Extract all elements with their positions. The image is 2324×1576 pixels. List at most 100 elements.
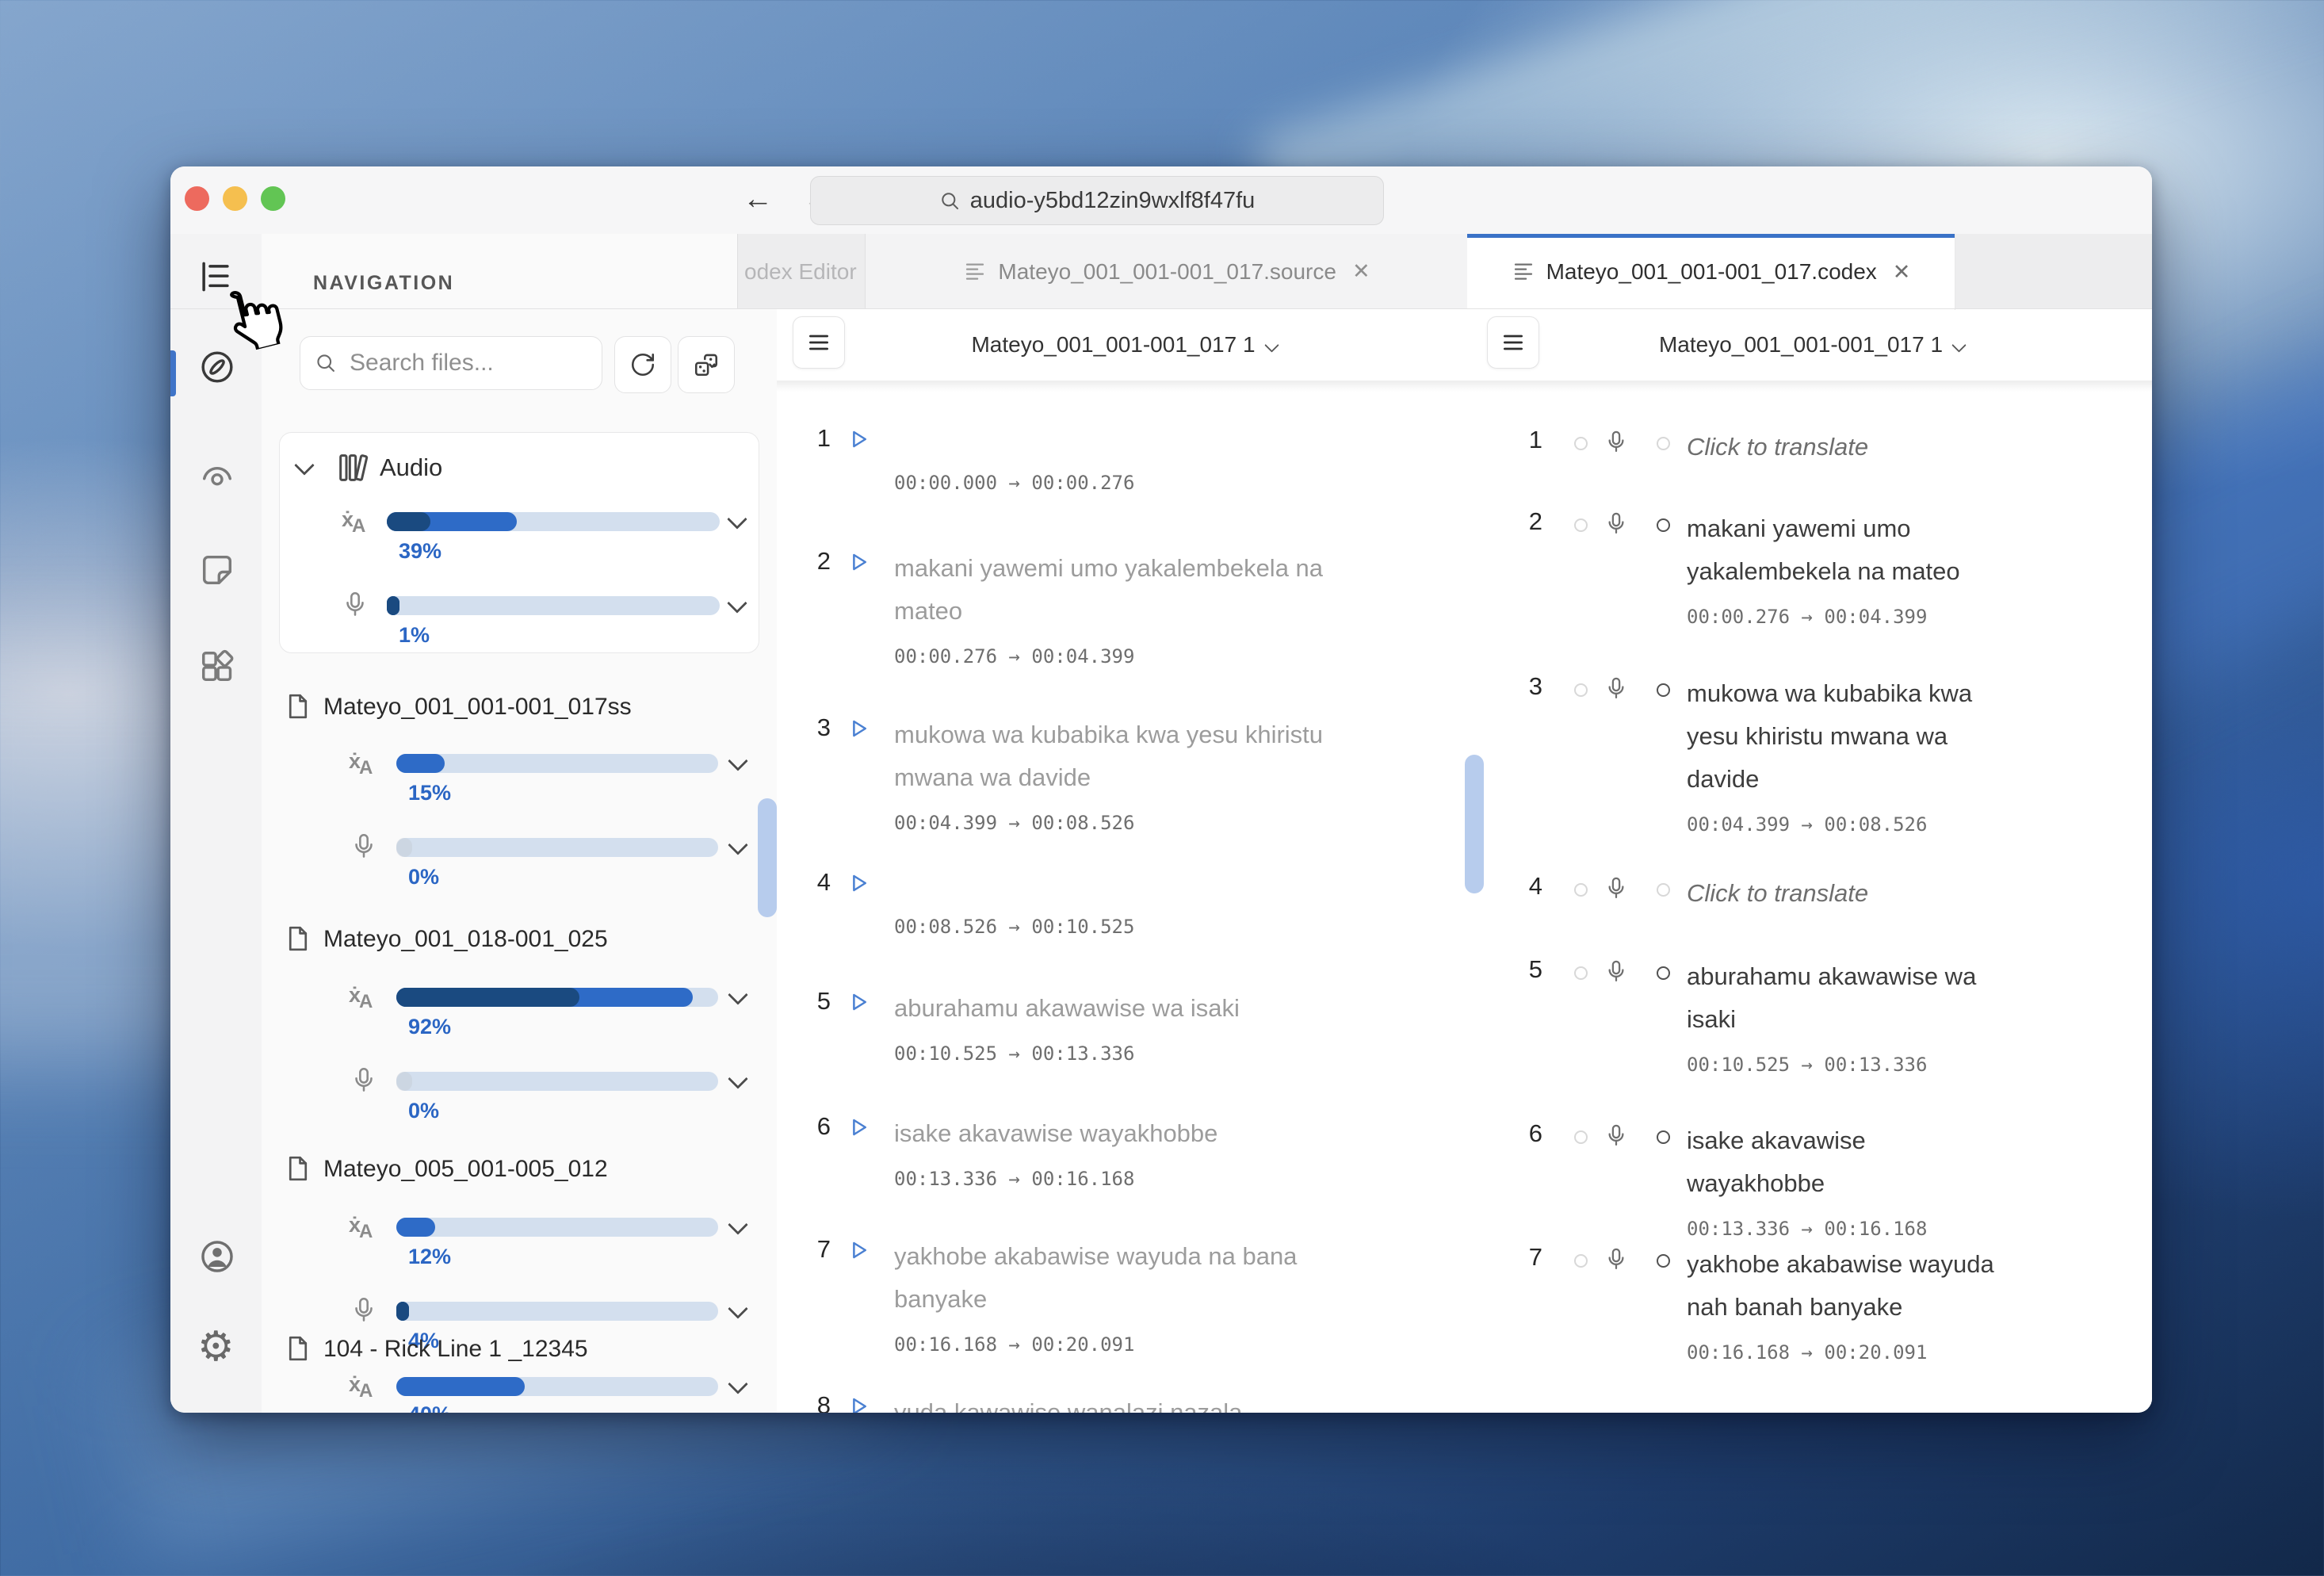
record-mic-button[interactable] xyxy=(1604,1119,1628,1151)
activity-bar xyxy=(170,234,262,1413)
back-button[interactable]: ← xyxy=(743,178,773,220)
preview-eye-icon[interactable] xyxy=(199,457,235,493)
record-mic-button[interactable] xyxy=(1604,507,1628,539)
file-icon xyxy=(284,924,312,953)
url-text: audio-y5bd12zin9wxlf8f47fu xyxy=(969,187,1256,213)
status-dot-icon xyxy=(1574,437,1588,450)
codex-verse-text[interactable]: mukowa wa kubabika kwa yesu khiristu mwa… xyxy=(1687,672,1996,801)
audio-dot-icon xyxy=(1657,518,1670,532)
record-percent: 0% xyxy=(408,865,440,889)
translate-progress-icon: ẋA xyxy=(349,749,373,778)
chevron-down-icon[interactable] xyxy=(728,985,748,1005)
refresh-icon xyxy=(629,351,656,378)
source-verse-text[interactable]: yuda kawawise wanalazi nazala xyxy=(894,1391,1338,1413)
collapse-chevron-icon[interactable] xyxy=(294,455,315,476)
timestamp: 00:13.336 → 00:16.168 xyxy=(894,1168,1135,1190)
audio-group-label[interactable]: Audio xyxy=(380,453,442,482)
translate-percent: 40% xyxy=(408,1402,451,1413)
source-verse-text[interactable]: isake akavawise wayakhobbe xyxy=(894,1112,1338,1155)
account-icon[interactable] xyxy=(199,1238,235,1275)
timestamp: 00:10.525 → 00:13.336 xyxy=(894,1042,1135,1065)
url-bar[interactable]: audio-y5bd12zin9wxlf8f47fu xyxy=(810,176,1384,225)
play-button[interactable] xyxy=(847,549,870,576)
search-icon xyxy=(939,190,961,212)
file-name[interactable]: 104 - Rick Line 1 _12345 xyxy=(323,1336,588,1363)
source-verse-text[interactable]: aburahamu akawawise wa isaki xyxy=(894,987,1338,1030)
file-name[interactable]: Mateyo_001_001-001_017ss xyxy=(323,694,632,721)
translate-percent: 92% xyxy=(408,1015,452,1039)
zoom-window-button[interactable] xyxy=(261,186,285,211)
source-scrollbar-thumb[interactable] xyxy=(1465,755,1484,893)
play-button[interactable] xyxy=(847,1237,870,1264)
translate-placeholder[interactable]: Click to translate xyxy=(1687,426,1996,469)
record-mic-button[interactable] xyxy=(1604,672,1628,704)
record-mic-button[interactable] xyxy=(1604,872,1628,904)
close-tab-icon[interactable]: ✕ xyxy=(1893,260,1911,285)
notes-icon[interactable] xyxy=(199,552,235,588)
file-name[interactable]: Mateyo_005_001-005_012 xyxy=(323,1156,608,1183)
play-button[interactable] xyxy=(847,989,870,1016)
source-verse-text[interactable]: yakhobe akabawise wayuda na bana banyake xyxy=(894,1235,1338,1321)
play-button[interactable] xyxy=(847,870,870,897)
search-files-box[interactable] xyxy=(300,336,602,390)
record-mic-button[interactable] xyxy=(1604,426,1628,457)
chevron-down-icon[interactable] xyxy=(728,1069,748,1089)
play-button[interactable] xyxy=(847,426,870,453)
translate-progress-icon: ẋA xyxy=(349,983,373,1012)
close-tab-icon[interactable]: ✕ xyxy=(1352,259,1370,284)
tab-source-file[interactable]: Mateyo_001_001-001_017.source ✕ xyxy=(865,234,1469,309)
source-file-title[interactable]: Mateyo_001_001-001_017 1 xyxy=(777,309,1471,381)
source-verse-text[interactable] xyxy=(894,868,1338,903)
play-button[interactable] xyxy=(847,715,870,742)
file-name[interactable]: Mateyo_001_018-001_025 xyxy=(323,926,608,953)
codex-verse-text[interactable]: isake akavawise wayakhobbe xyxy=(1687,1119,1996,1205)
settings-gear-icon[interactable]: ⚙ xyxy=(197,1326,235,1368)
mic-progress-icon xyxy=(342,588,369,620)
refresh-button[interactable] xyxy=(614,336,671,393)
chevron-down-icon[interactable] xyxy=(728,1215,748,1235)
nav-scrollbar-thumb[interactable] xyxy=(758,798,777,917)
codex-verse-text[interactable]: makani yawemi umo yakalembekela na mateo xyxy=(1687,507,1996,593)
timestamp: 00:00.000 → 00:00.276 xyxy=(894,472,1135,494)
chevron-down-icon[interactable] xyxy=(728,1374,748,1394)
timestamp: 00:16.168 → 00:20.091 xyxy=(894,1333,1135,1356)
chevron-down-icon xyxy=(1951,337,1967,353)
translate-placeholder[interactable]: Click to translate xyxy=(1687,872,1996,915)
active-view-indicator xyxy=(170,350,176,396)
translate-progress-bar xyxy=(387,512,720,531)
chevron-down-icon[interactable] xyxy=(727,509,747,530)
extensions-puzzle-icon[interactable] xyxy=(199,648,235,685)
translate-progress-bar xyxy=(396,988,718,1007)
randomize-files-button[interactable] xyxy=(678,336,735,393)
codex-file-title[interactable]: Mateyo_001_001-001_017 1 xyxy=(1471,309,2152,381)
source-verse-text[interactable] xyxy=(894,424,1338,459)
audio-dot-icon xyxy=(1657,1254,1670,1268)
mic-progress-icon xyxy=(350,830,377,862)
codex-verse-text[interactable]: aburahamu akawawise wa isaki xyxy=(1687,955,1996,1041)
search-files-input[interactable] xyxy=(348,349,565,377)
tab-codex-file-active[interactable]: Mateyo_001_001-001_017.codex ✕ xyxy=(1467,234,1955,310)
source-editor-panel: Mateyo_001_001-001_017 1 1 00:00.000 → 0… xyxy=(777,309,1472,1413)
play-button[interactable] xyxy=(847,1114,870,1141)
record-mic-button[interactable] xyxy=(1604,955,1628,987)
chevron-down-icon[interactable] xyxy=(728,751,748,771)
audio-dot-icon xyxy=(1657,437,1670,450)
close-window-button[interactable] xyxy=(185,186,209,211)
record-mic-button[interactable] xyxy=(1604,1243,1628,1275)
minimize-window-button[interactable] xyxy=(223,186,247,211)
timestamp: 00:00.276 → 00:04.399 xyxy=(1687,606,1928,628)
translate-percent: 15% xyxy=(408,781,452,805)
record-progress-bar xyxy=(396,1072,718,1091)
chevron-down-icon[interactable] xyxy=(727,593,747,614)
tab-codex-editor-truncated[interactable]: odex Editor xyxy=(738,234,871,309)
chevron-down-icon[interactable] xyxy=(728,1299,748,1319)
codex-verse-text[interactable]: yakhobe akabawise wayuda nah banah banya… xyxy=(1687,1243,1996,1329)
audio-dot-icon xyxy=(1657,1130,1670,1144)
timestamp: 00:13.336 → 00:16.168 xyxy=(1687,1218,1928,1240)
source-verse-text[interactable]: mukowa wa kubabika kwa yesu khiristu mwa… xyxy=(894,713,1338,799)
source-verse-text[interactable]: makani yawemi umo yakalembekela na mateo xyxy=(894,547,1338,633)
play-button[interactable] xyxy=(847,1393,870,1413)
record-progress-bar xyxy=(396,838,718,857)
chevron-down-icon[interactable] xyxy=(728,835,748,855)
status-dot-icon xyxy=(1574,1254,1588,1268)
